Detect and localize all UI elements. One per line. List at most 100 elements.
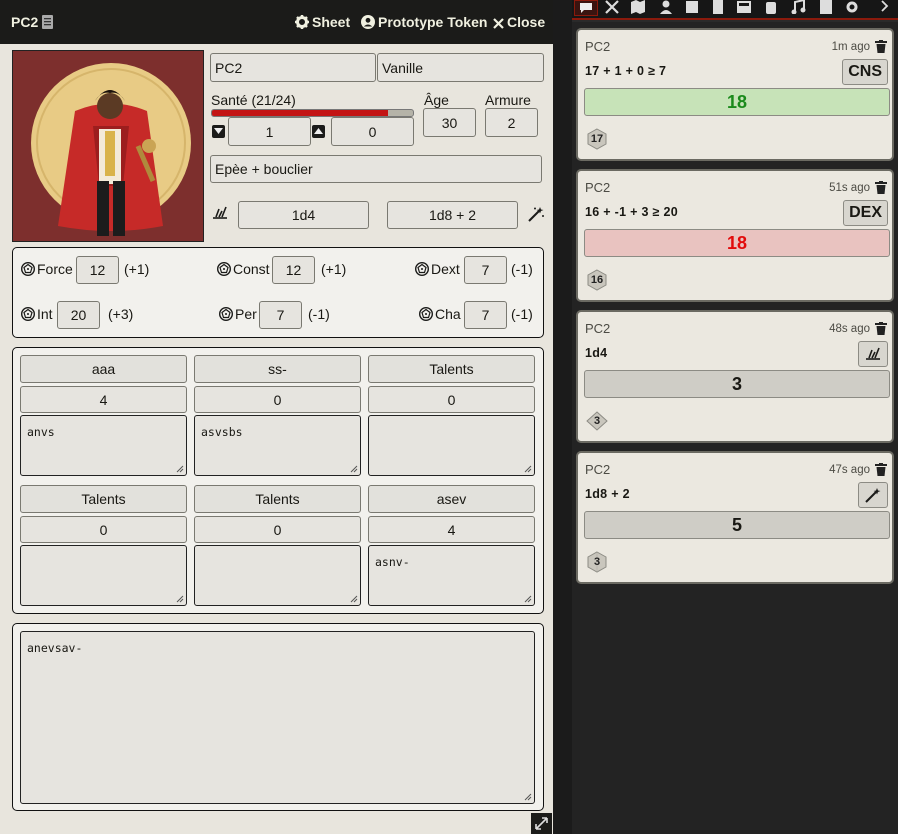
skill-notes-textarea[interactable] <box>194 545 361 606</box>
skill-notes-textarea[interactable] <box>368 415 535 476</box>
message-speaker: PC2 <box>585 39 611 54</box>
expand-icon <box>535 817 548 830</box>
d20-roll-icon[interactable] <box>218 306 234 322</box>
close-icon <box>493 18 504 29</box>
prototype-token-button[interactable]: Prototype Token <box>361 14 487 30</box>
stat-value-field[interactable]: 12 <box>76 256 119 284</box>
skill-notes-textarea[interactable]: asvsbs <box>194 415 361 476</box>
portrait-image <box>13 51 203 241</box>
roll-tag-button[interactable]: DEX <box>843 200 888 226</box>
message-speaker: PC2 <box>585 462 611 477</box>
stat-label[interactable]: Cha <box>435 306 461 322</box>
character-sheet-window: PC2 Sheet Prototype Token Close PC2 Vani… <box>0 0 553 834</box>
trash-icon[interactable] <box>875 181 887 194</box>
roll-total[interactable]: 18 <box>584 229 890 257</box>
slash-attack-icon[interactable] <box>212 206 228 220</box>
tab-journal-icon[interactable] <box>710 0 726 14</box>
slash-icon <box>866 347 880 360</box>
gear-icon <box>295 15 309 29</box>
resize-grip-icon[interactable] <box>176 595 184 603</box>
d20-roll-icon[interactable] <box>20 261 36 277</box>
skill-value-field[interactable]: 0 <box>20 516 187 543</box>
stat-label[interactable]: Per <box>235 306 257 322</box>
skill-notes-textarea[interactable]: anvs <box>20 415 187 476</box>
resize-grip-icon[interactable] <box>524 793 532 801</box>
magic-damage-field[interactable]: 1d8 + 2 <box>387 201 518 229</box>
skill-title-button[interactable]: Talents <box>194 485 361 513</box>
die-face-value: 16 <box>590 274 604 286</box>
roll-total[interactable]: 5 <box>584 511 890 539</box>
armor-field[interactable]: 2 <box>485 108 538 137</box>
d20-roll-icon[interactable] <box>20 306 36 322</box>
roll-tag-label: DEX <box>849 204 882 221</box>
skill-notes-textarea[interactable] <box>20 545 187 606</box>
melee-damage-field[interactable]: 1d4 <box>238 201 369 229</box>
tab-playlists-icon[interactable] <box>790 0 806 14</box>
resize-grip-icon[interactable] <box>350 465 358 473</box>
tab-settings-icon[interactable] <box>844 0 860 14</box>
roll-total[interactable]: 18 <box>584 88 890 116</box>
tab-chat[interactable] <box>574 0 598 16</box>
weapon-field[interactable]: Epèe + bouclier <box>210 155 542 183</box>
skill-value-field[interactable]: 0 <box>194 516 361 543</box>
skill-value-field[interactable]: 0 <box>368 386 535 413</box>
roll-total[interactable]: 3 <box>584 370 890 398</box>
d20-roll-icon[interactable] <box>216 261 232 277</box>
stat-value-field[interactable]: 12 <box>272 256 315 284</box>
sidebar-collapse-icon[interactable] <box>878 0 894 14</box>
stat-label[interactable]: Int <box>37 306 53 322</box>
tab-scenes-icon[interactable] <box>630 0 646 14</box>
d20-roll-icon[interactable] <box>418 306 434 322</box>
skill-value-field[interactable]: 4 <box>20 386 187 413</box>
skill-title-button[interactable]: Talents <box>368 355 535 383</box>
class-field[interactable]: Vanille <box>377 53 544 82</box>
tab-combat-icon[interactable] <box>604 0 620 14</box>
skill-notes-textarea[interactable]: asnv- <box>368 545 535 606</box>
skill-title-button[interactable]: Talents <box>20 485 187 513</box>
roll-formula: 1d4 <box>585 346 608 360</box>
skill-title-button[interactable]: aaa <box>20 355 187 383</box>
message-speaker: PC2 <box>585 321 611 336</box>
resize-grip-icon[interactable] <box>524 465 532 473</box>
tab-tables-icon[interactable] <box>736 0 752 14</box>
roll-tag-button[interactable]: CNS <box>842 59 888 85</box>
skill-title-button[interactable]: ss- <box>194 355 361 383</box>
tab-compendium-icon[interactable] <box>818 0 834 14</box>
tab-cards-icon[interactable] <box>764 0 780 14</box>
health-bar <box>211 109 414 117</box>
health-decrease-button[interactable] <box>212 125 225 138</box>
skill-value-field[interactable]: 4 <box>368 516 535 543</box>
stat-label[interactable]: Const <box>233 261 270 277</box>
roll-tag-button[interactable] <box>858 341 888 367</box>
resize-grip-icon[interactable] <box>350 595 358 603</box>
trash-icon[interactable] <box>875 463 887 476</box>
skill-title-button[interactable]: asev <box>368 485 535 513</box>
stat-value-field[interactable]: 7 <box>464 256 507 284</box>
health-increase-button[interactable] <box>312 125 325 138</box>
health-decrease-field[interactable]: 1 <box>228 117 311 146</box>
magic-wand-icon[interactable] <box>528 207 544 222</box>
stat-value-field[interactable]: 7 <box>259 301 302 329</box>
trash-icon[interactable] <box>875 40 887 53</box>
trash-icon[interactable] <box>875 322 887 335</box>
tab-actors-icon[interactable] <box>658 0 674 14</box>
d20-roll-icon[interactable] <box>414 261 430 277</box>
stat-label[interactable]: Force <box>37 261 73 277</box>
close-button[interactable]: Close <box>493 14 545 30</box>
roll-tag-button[interactable] <box>858 482 888 508</box>
age-field[interactable]: 30 <box>423 108 476 137</box>
skill-value-field[interactable]: 0 <box>194 386 361 413</box>
character-portrait[interactable] <box>12 50 204 242</box>
name-field[interactable]: PC2 <box>210 53 376 82</box>
resize-grip-icon[interactable] <box>176 465 184 473</box>
sheet-config-button[interactable]: Sheet <box>295 14 350 30</box>
resize-grip-icon[interactable] <box>524 595 532 603</box>
health-increase-field[interactable]: 0 <box>331 117 414 146</box>
stat-value-field[interactable]: 7 <box>464 301 507 329</box>
tab-items-icon[interactable] <box>684 0 700 14</box>
stat-modifier: (-1) <box>308 306 330 322</box>
window-resize-handle[interactable] <box>531 813 552 834</box>
notes-textarea[interactable]: anevsav- <box>20 631 535 804</box>
stat-label[interactable]: Dext <box>431 261 460 277</box>
stat-value-field[interactable]: 20 <box>57 301 100 329</box>
